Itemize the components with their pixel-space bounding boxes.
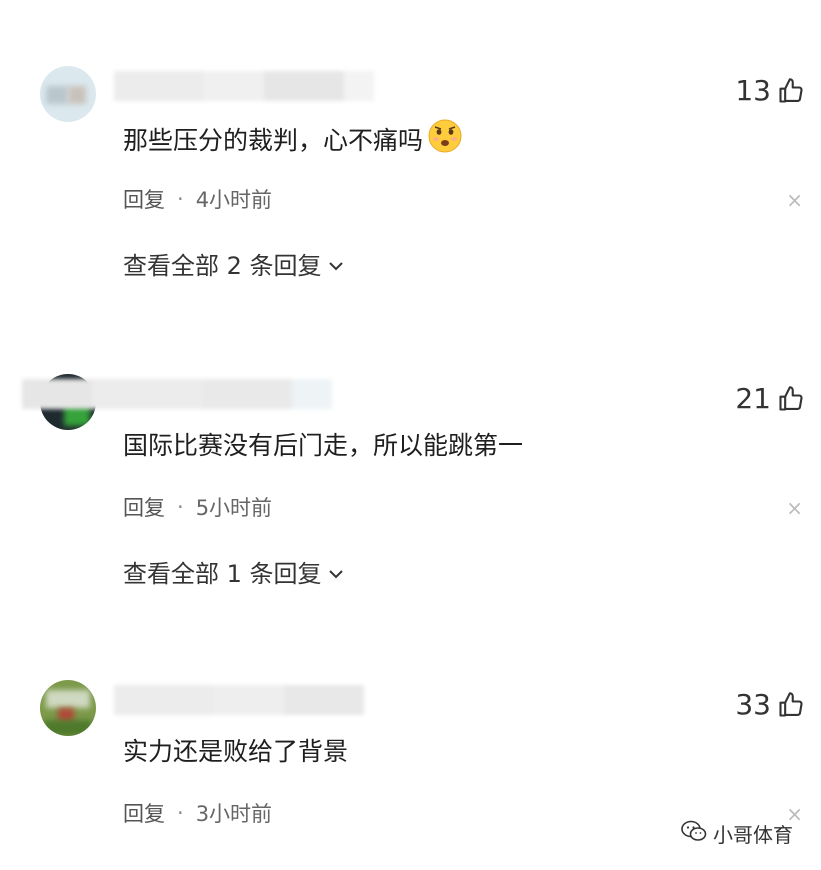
timestamp: 5小时前 bbox=[195, 496, 273, 520]
comment-text-content: 那些压分的裁判，心不痛吗 bbox=[123, 126, 424, 155]
view-all-replies-button[interactable]: 查看全部 2 条回复 bbox=[123, 246, 344, 281]
view-all-replies-button[interactable]: 查看全部 1 条回复 bbox=[123, 554, 344, 589]
separator-dot: · bbox=[177, 187, 184, 211]
separator-dot: · bbox=[177, 495, 184, 519]
wechat-icon bbox=[681, 820, 707, 847]
like-count: 13 bbox=[735, 74, 771, 107]
username-blurred[interactable] bbox=[22, 682, 364, 718]
chevron-down-icon bbox=[328, 250, 344, 278]
comment-text: 国际比赛没有后门走，所以能跳第一 bbox=[123, 426, 523, 462]
like-button[interactable]: 33 bbox=[735, 688, 805, 721]
view-all-replies-label: 查看全部 2 条回复 bbox=[123, 252, 322, 280]
like-button[interactable]: 13 bbox=[735, 74, 805, 107]
like-count: 21 bbox=[735, 382, 771, 415]
sad-face-emoji bbox=[427, 118, 463, 160]
thumbs-up-icon[interactable] bbox=[777, 385, 805, 413]
comment-text-content: 实力还是败给了背景 bbox=[123, 737, 349, 766]
like-count: 33 bbox=[735, 688, 771, 721]
comment-text-content: 国际比赛没有后门走，所以能跳第一 bbox=[123, 431, 524, 460]
close-icon[interactable]: × bbox=[786, 496, 803, 520]
thumbs-up-icon[interactable] bbox=[777, 691, 805, 719]
thumbs-up-icon[interactable] bbox=[777, 77, 805, 105]
reply-button[interactable]: 回复 bbox=[123, 798, 165, 828]
watermark-text: 小哥体育 bbox=[713, 823, 793, 847]
view-all-replies-label: 查看全部 1 条回复 bbox=[123, 560, 322, 588]
comment-meta: 回复 · 4小时前 bbox=[123, 184, 272, 214]
username-blurred[interactable] bbox=[22, 68, 374, 104]
close-icon[interactable]: × bbox=[786, 188, 803, 212]
comment-text: 实力还是败给了背景 bbox=[123, 732, 348, 768]
timestamp: 3小时前 bbox=[195, 802, 273, 826]
timestamp: 4小时前 bbox=[195, 188, 273, 212]
chevron-down-icon bbox=[328, 558, 344, 586]
like-button[interactable]: 21 bbox=[735, 382, 805, 415]
reply-button[interactable]: 回复 bbox=[123, 184, 165, 214]
comment-meta: 回复 · 3小时前 bbox=[123, 798, 272, 828]
separator-dot: · bbox=[177, 801, 184, 825]
username-blurred[interactable] bbox=[22, 376, 332, 412]
comment-text: 那些压分的裁判，心不痛吗 bbox=[123, 118, 463, 160]
reply-button[interactable]: 回复 bbox=[123, 492, 165, 522]
comment-meta: 回复 · 5小时前 bbox=[123, 492, 272, 522]
watermark: 小哥体育 bbox=[681, 819, 793, 848]
